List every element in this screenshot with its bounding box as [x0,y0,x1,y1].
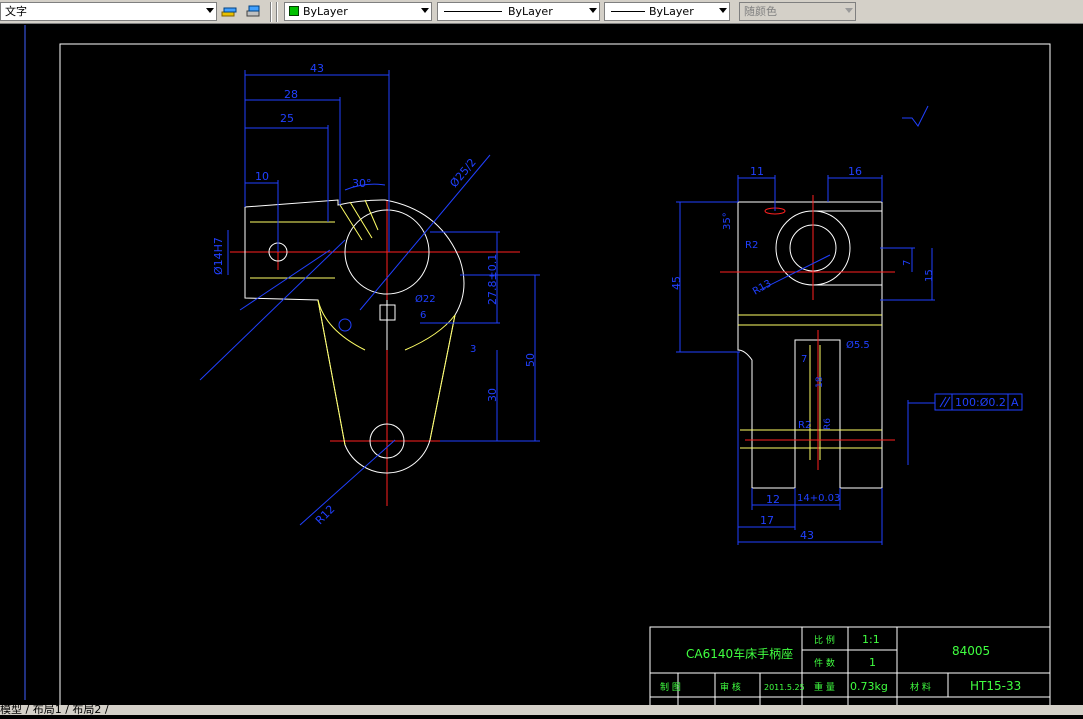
chevron-down-icon [845,8,853,13]
toolbar-separator [270,2,272,22]
toolbar-separator [276,2,278,22]
layout-tabs-label[interactable]: 模型 / 布局1 / 布局2 / [0,705,109,715]
dim-11: 11 [750,165,764,178]
dim-43: 43 [310,62,324,75]
chevron-down-icon [206,8,214,13]
dim-phi25: Ø25/2 [447,156,478,190]
scale-label: 比 例 [814,634,835,646]
plot-style-dropdown: 随颜色 [739,2,856,21]
dim-14: 14+0.03 [797,493,840,504]
lineweight-value: ByLayer [649,5,694,18]
right-view: 11 16 35° R2 R13 45 7 15 Ø5.5 7 18 R2 R6 [670,105,1023,545]
dim-7b: 7 [801,354,807,365]
dim-6: 6 [420,310,426,321]
dim-phi22: Ø22 [415,293,436,305]
color-swatch-icon [289,6,299,16]
datum-label: A [1011,396,1019,409]
weight-value: 0.73kg [850,680,888,693]
dim-r12: R12 [313,503,337,527]
lineweight-sample-icon [611,11,645,12]
dim-27: 27.8±0.1 [486,254,499,305]
dim-10: 10 [255,170,269,183]
part-name: CA6140车床手柄座 [686,646,793,661]
dim-35: 35° [722,212,733,230]
color-dropdown[interactable]: ByLayer [284,2,432,21]
text-style-dropdown[interactable]: 文字 [0,2,217,21]
layout-tabs[interactable]: 模型 / 布局1 / 布局2 / [0,705,1083,715]
dim-25: 25 [280,112,294,125]
title-block [649,626,1051,708]
date-value: 2011.5.25 [764,683,805,692]
linetype-dropdown[interactable]: ByLayer [437,2,600,21]
dim-43r: 43 [800,529,814,542]
scale-value: 1:1 [862,633,880,646]
dim-30: 30 [486,388,499,402]
design-label: 制 图 [660,681,681,693]
dim-17: 17 [760,514,774,527]
drawing-frame [59,43,1051,710]
dim-3: 3 [470,344,476,355]
layers-icon [221,7,237,17]
material-value: HT15-33 [970,679,1021,693]
chevron-down-icon [589,8,597,13]
weight-label: 重 量 [814,681,835,693]
properties-toolbar: 文字 ByLayer ByLayer ByLayer 随颜色 [0,0,1083,24]
layer-previous-icon [246,5,260,17]
check-label: 审 核 [720,681,741,693]
lineweight-dropdown[interactable]: ByLayer [604,2,730,21]
color-value: ByLayer [303,5,348,18]
left-view: 43 28 25 10 30° Ø14H7 Ø25/2 27.8±0.1 50 … [199,62,540,527]
dim-50: 50 [524,353,537,367]
dim-30deg: 30° [352,177,372,190]
dim-r6: R6 [823,418,833,430]
drawing-number: 84005 [952,644,990,658]
chevron-down-icon [719,8,727,13]
dim-28: 28 [284,88,298,101]
dim-7: 7 [902,260,913,266]
layer-previous-button[interactable] [244,3,262,21]
qty-value: 1 [869,656,876,669]
dim-phi55: Ø5.5 [846,339,870,351]
qty-label: 件 数 [814,657,835,669]
linetype-value: ByLayer [508,5,553,18]
dim-phi14h7: Ø14H7 [212,237,225,275]
dim-12: 12 [766,493,780,506]
dim-16: 16 [848,165,862,178]
plot-style-value: 随颜色 [744,5,777,18]
dim-45: 45 [670,276,683,290]
title-block-text: CA6140车床手柄座 比 例 1:1 件 数 1 84005 制 图 审 核 … [660,633,1021,693]
dim-r13: R13 [751,278,774,297]
dim-r2: R2 [745,240,758,251]
dim-18: 18 [815,376,825,388]
dim-15: 15 [924,269,935,282]
surface-roughness-icon [902,105,929,127]
tolerance-value: 100:Ø0.2 [955,396,1006,409]
drawing-canvas[interactable]: 43 28 25 10 30° Ø14H7 Ø25/2 27.8±0.1 50 … [0,25,1083,719]
dim-r2b: R2 [798,420,811,431]
material-label: 材 料 [910,681,931,693]
chevron-down-icon [421,8,429,13]
text-style-value: 文字 [5,5,27,18]
linetype-sample-icon [444,11,502,12]
layer-manager-button[interactable] [220,3,238,21]
